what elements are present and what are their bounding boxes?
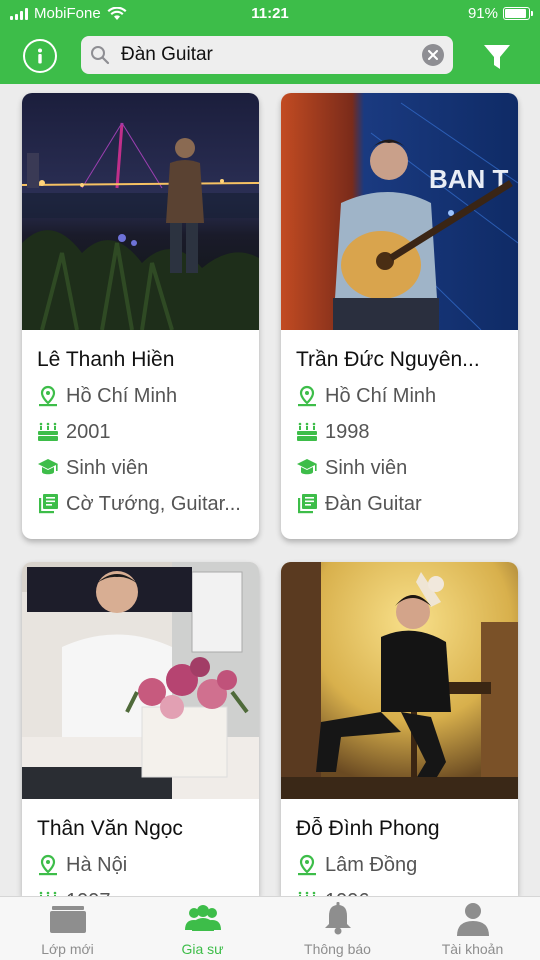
birth-year-row: 1996 (296, 888, 511, 896)
battery-icon (503, 7, 533, 20)
location-pin-icon (296, 854, 318, 876)
clock: 11:21 (251, 5, 289, 22)
tab-new-classes[interactable]: Lớp mới (0, 897, 135, 960)
location-pin-icon (37, 385, 59, 407)
tutor-card[interactable]: Lê Thanh Hiền Hồ Chí Minh 2001 Sinh viên… (22, 93, 259, 539)
location-row: Lâm Đồng (296, 852, 511, 878)
tutor-birth-year: 2001 (66, 420, 111, 443)
tutor-photo (22, 562, 259, 799)
info-icon (38, 48, 42, 64)
tab-account[interactable]: Tài khoản (405, 897, 540, 960)
tutor-card[interactable]: BAN T Trần Đức Nguyên... Hồ Chí Minh 199… (281, 93, 518, 539)
tab-label: Thông báo (304, 941, 371, 957)
tutor-birth-year: 1998 (325, 420, 370, 443)
tutor-name: Lê Thanh Hiền (37, 348, 175, 371)
occupation-row: Sinh viên (296, 455, 511, 481)
info-button[interactable] (23, 39, 57, 73)
tab-label: Lớp mới (41, 941, 94, 957)
search-bar (81, 36, 453, 74)
clear-search-button[interactable] (422, 44, 444, 66)
graduation-cap-icon (296, 457, 318, 479)
filter-icon[interactable] (482, 42, 512, 72)
status-bar: MobiFone 11:21 91% (0, 0, 540, 30)
graduation-cap-icon (37, 457, 59, 479)
tutor-location: Hà Nội (66, 853, 128, 876)
tutor-photo: BAN T (281, 93, 518, 330)
tutor-occupation: Sinh viên (325, 456, 408, 479)
top-bar (0, 30, 540, 84)
location-pin-icon (37, 854, 59, 876)
tutor-photo (22, 93, 259, 330)
birth-year-row: 1998 (296, 419, 511, 445)
bottom-tab-bar: Lớp mới Gia sư Thông báo Tài khoản (0, 896, 540, 960)
tutor-name: Đỗ Đình Phong (296, 817, 440, 840)
location-pin-icon (296, 385, 318, 407)
tab-label: Gia sư (181, 941, 224, 957)
tutor-location: Hồ Chí Minh (66, 384, 178, 407)
birthday-cake-icon (37, 421, 59, 443)
subjects-row: Đàn Guitar (296, 491, 511, 517)
search-icon (91, 46, 110, 65)
tab-label: Tài khoản (441, 941, 504, 957)
birth-year-row: 2001 (37, 419, 252, 445)
location-row: Hồ Chí Minh (296, 383, 511, 409)
tutor-card[interactable]: Đỗ Đình Phong Lâm Đồng 1996 (281, 562, 518, 896)
tutor-location: Hồ Chí Minh (325, 384, 437, 407)
tutor-location: Lâm Đồng (325, 853, 418, 876)
status-right: 91% (467, 5, 533, 22)
birth-year-row: 1997 (37, 888, 252, 896)
search-input[interactable] (121, 36, 411, 74)
account-icon (456, 903, 489, 936)
battery-percent: 91% (467, 5, 498, 22)
location-row: Hà Nội (37, 852, 252, 878)
book-icon (296, 493, 318, 515)
tutor-photo (281, 562, 518, 799)
birthday-cake-icon (296, 421, 318, 443)
subjects-row: Cờ Tướng, Guitar... (37, 491, 252, 517)
tutor-subjects: Đàn Guitar (325, 492, 422, 515)
tutor-occupation: Sinh viên (66, 456, 149, 479)
book-icon (37, 493, 59, 515)
tutors-icon (184, 905, 221, 931)
tutor-name: Thân Văn Ngọc (37, 817, 183, 840)
tutor-subjects: Cờ Tướng, Guitar... (66, 492, 241, 515)
tab-notifications[interactable]: Thông báo (270, 897, 405, 960)
tutor-name: Trần Đức Nguyên... (296, 348, 480, 371)
tab-tutors[interactable]: Gia sư (135, 897, 270, 960)
clear-icon (428, 50, 438, 60)
new-class-icon (49, 906, 86, 933)
tutor-card[interactable]: Thân Văn Ngọc Hà Nội 1997 (22, 562, 259, 896)
occupation-row: Sinh viên (37, 455, 252, 481)
location-row: Hồ Chí Minh (37, 383, 252, 409)
bell-icon (324, 902, 351, 935)
